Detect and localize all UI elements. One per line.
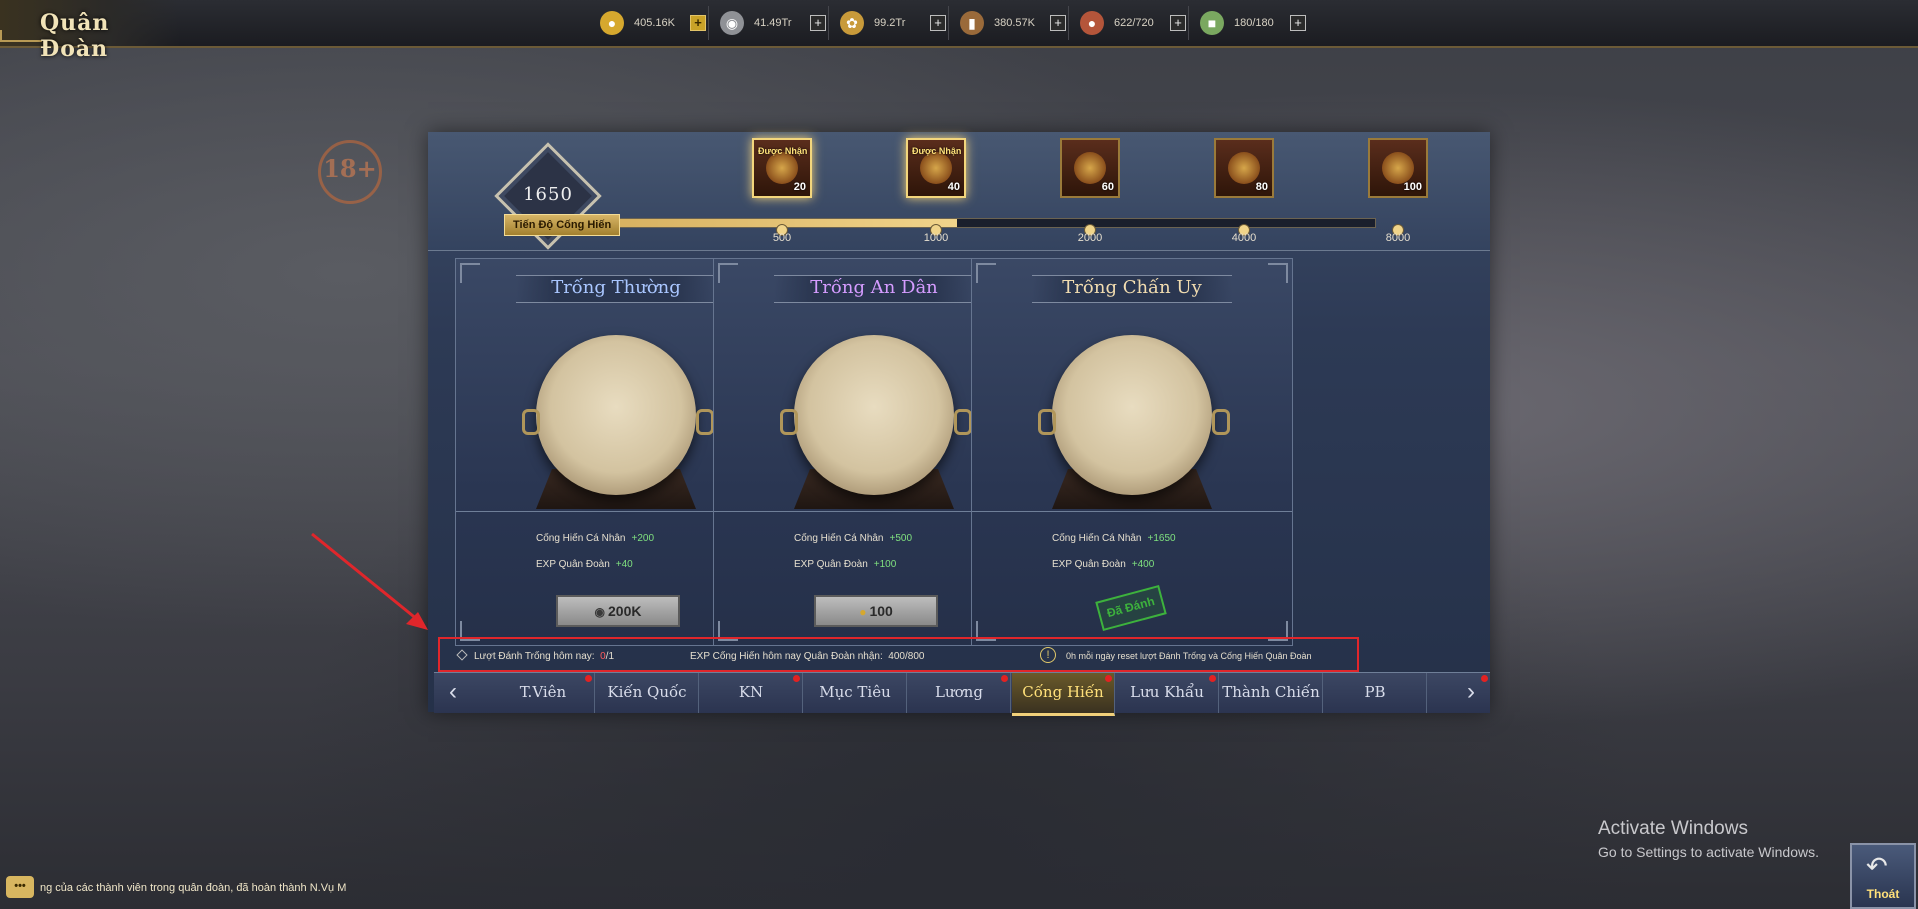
windows-activation-text: Go to Settings to activate Windows. xyxy=(1598,844,1819,860)
return-arrow-icon: ↶ xyxy=(1866,851,1888,881)
chat-ticker-text: ng của các thành viên trong quân đoàn, đ… xyxy=(40,882,347,894)
windows-activation-title: Activate Windows xyxy=(1598,818,1748,839)
exit-label: Thoát xyxy=(1866,887,1900,901)
chat-bubble-icon[interactable]: ••• xyxy=(6,876,34,898)
exit-button[interactable]: ↶ Thoát xyxy=(1850,843,1916,909)
annotation-arrow xyxy=(311,532,428,630)
